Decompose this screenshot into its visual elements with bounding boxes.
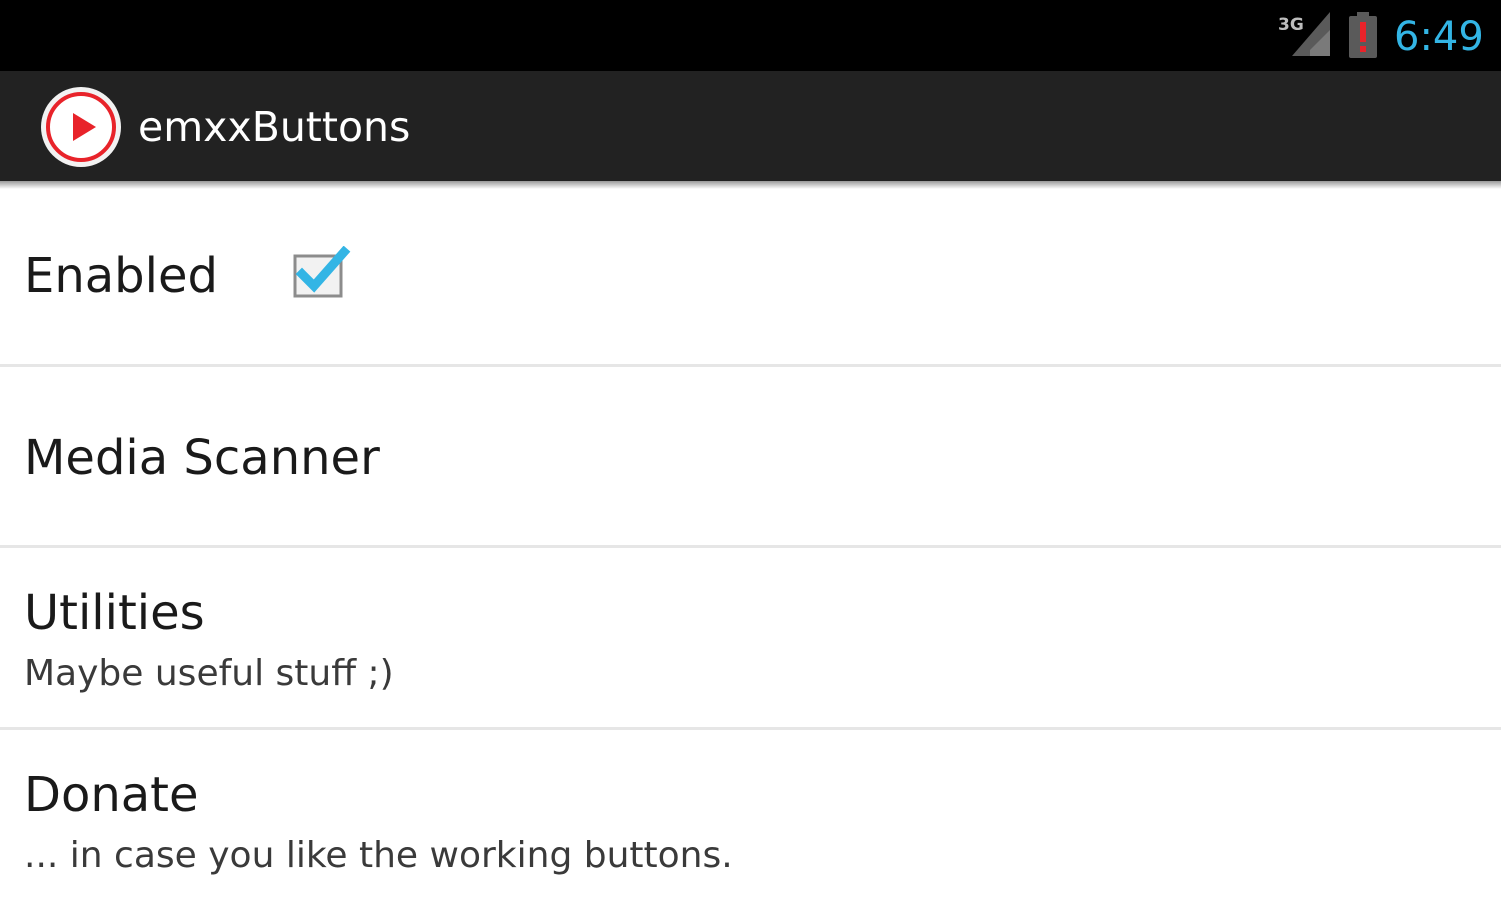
pref-media-scanner-title: Media Scanner [24,430,380,486]
app-title: emxxButtons [138,103,411,151]
battery-alert-icon [1349,12,1377,58]
pref-donate-title: Donate [24,767,199,823]
action-bar-shadow [0,181,1501,189]
enabled-checkbox[interactable] [290,246,352,300]
pref-enabled[interactable] [0,189,1501,365]
status-time: 6:49 [1394,14,1484,60]
network-label: 3G [1278,15,1304,35]
pref-enabled-title: Enabled [24,248,218,304]
signal-3g-icon: 3G [1278,12,1330,56]
screen: 3G 6:49 emxxButtons Enabled Media Scanne… [0,0,1501,900]
action-bar: emxxButtons [0,71,1501,181]
status-bar: 3G 6:49 [0,0,1501,71]
pref-donate-summary: ... in case you like the working buttons… [24,835,733,876]
pref-utilities-title: Utilities [24,585,205,641]
pref-utilities-summary: Maybe useful stuff ;) [24,653,394,694]
pref-utilities[interactable] [0,548,1501,728]
app-play-icon[interactable] [40,86,122,168]
